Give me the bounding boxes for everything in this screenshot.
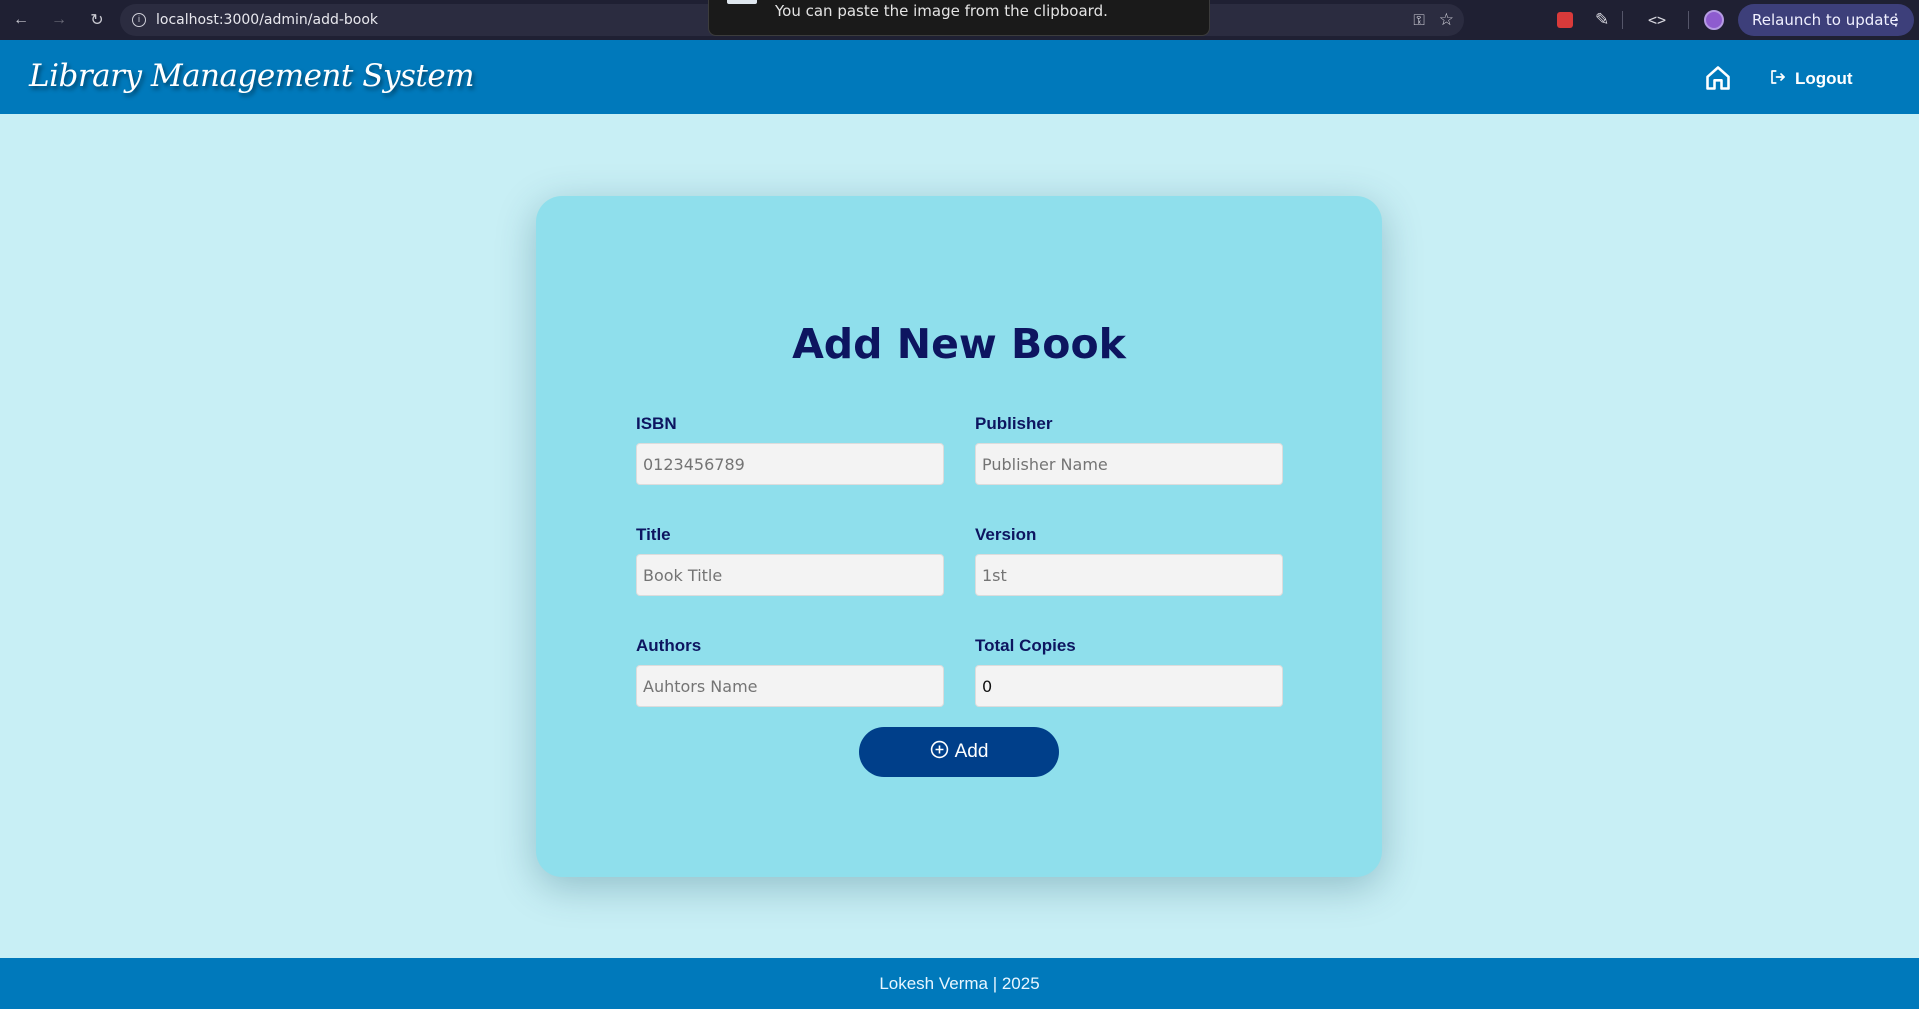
- devtools-code-icon[interactable]: <>: [1648, 0, 1666, 40]
- relaunch-button[interactable]: Relaunch to update ⋮: [1738, 4, 1914, 36]
- image-thumbnail-icon: [727, 0, 757, 4]
- footer: Lokesh Verma | 2025: [0, 958, 1919, 1009]
- brand-title[interactable]: Library Management System: [29, 58, 475, 94]
- url-text[interactable]: localhost:3000/admin/add-book: [156, 12, 378, 28]
- logout-icon: [1769, 68, 1787, 91]
- extensions-puzzle-icon[interactable]: ✎: [1595, 0, 1609, 40]
- add-book-card: Add New Book ISBN Publisher Title Versio…: [536, 196, 1382, 877]
- logout-button[interactable]: Logout: [1769, 66, 1853, 92]
- plus-circle-icon: [930, 740, 949, 765]
- add-button-label: Add: [954, 741, 989, 762]
- publisher-input[interactable]: [975, 443, 1283, 485]
- app-header: Library Management System Logout: [0, 40, 1919, 114]
- authors-label: Authors: [636, 636, 702, 655]
- relaunch-label: Relaunch to update: [1752, 11, 1899, 29]
- isbn-label: ISBN: [636, 414, 677, 433]
- logout-label: Logout: [1795, 69, 1853, 88]
- version-label: Version: [975, 525, 1037, 544]
- clipboard-toast: You can paste the image from the clipboa…: [708, 0, 1210, 36]
- kebab-menu-icon[interactable]: ⋮: [1888, 10, 1904, 29]
- reload-icon[interactable]: ↻: [86, 9, 108, 31]
- publisher-label: Publisher: [975, 414, 1053, 433]
- browser-toolbar: ← → ↻ i localhost:3000/admin/add-book ⚿ …: [0, 0, 1919, 40]
- total-copies-input[interactable]: [975, 665, 1283, 707]
- page-title: Add New Book: [792, 320, 1126, 368]
- add-book-button[interactable]: Add: [859, 727, 1059, 777]
- isbn-input[interactable]: [636, 443, 944, 485]
- footer-credit: Lokesh Verma | 2025: [879, 973, 1040, 993]
- home-icon[interactable]: [1704, 64, 1732, 92]
- title-label: Title: [636, 525, 671, 544]
- back-icon[interactable]: ←: [10, 9, 32, 31]
- version-input[interactable]: [975, 554, 1283, 596]
- site-info-icon[interactable]: i: [132, 13, 146, 27]
- extension-icon[interactable]: [1557, 0, 1573, 40]
- profile-avatar-icon[interactable]: [1704, 10, 1724, 30]
- authors-input[interactable]: [636, 665, 944, 707]
- bookmark-star-icon[interactable]: ☆: [1439, 10, 1454, 30]
- forward-icon[interactable]: →: [48, 9, 70, 31]
- toast-text: You can paste the image from the clipboa…: [775, 2, 1108, 20]
- password-key-icon[interactable]: ⚿: [1413, 12, 1424, 29]
- title-input[interactable]: [636, 554, 944, 596]
- total-copies-label: Total Copies: [975, 636, 1076, 655]
